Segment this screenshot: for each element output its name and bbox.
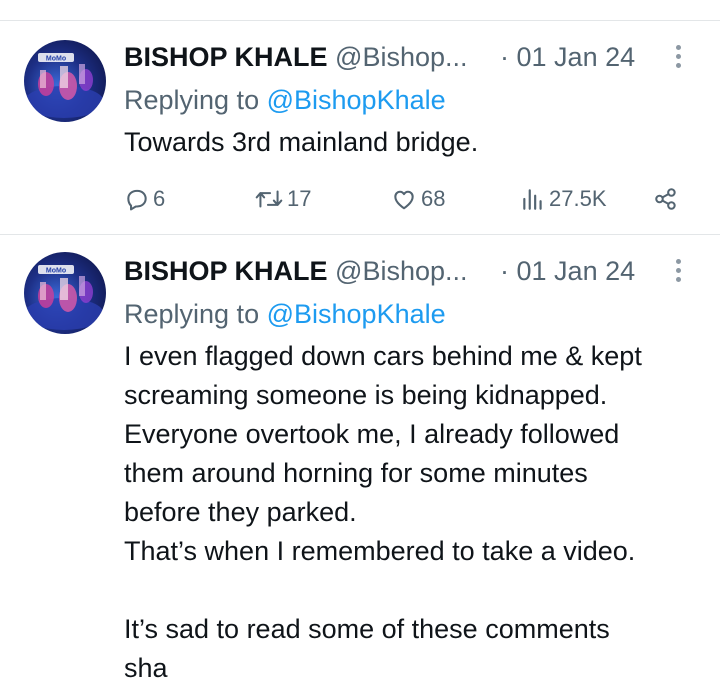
reply-icon bbox=[127, 189, 147, 211]
tweet-feed: MoMo BISHOP KHALE @Bishop... · 01 Jan 24… bbox=[0, 0, 720, 697]
share-icon bbox=[655, 188, 676, 210]
more-icon[interactable] bbox=[670, 45, 686, 71]
tweet-header: BISHOP KHALE @Bishop... · 01 Jan 24 bbox=[124, 37, 704, 77]
tweet-text: Towards 3rd mainland bridge. bbox=[124, 123, 704, 162]
tweet-date[interactable]: 01 Jan 24 bbox=[517, 42, 636, 72]
tweet-text: I even flagged down cars behind me & kep… bbox=[124, 337, 704, 688]
tweet-text-line: That’s when I remembered to take a video… bbox=[124, 536, 636, 566]
replying-to: Replying to @BishopKhale bbox=[124, 295, 446, 333]
more-icon[interactable] bbox=[670, 259, 686, 285]
svg-text:MoMo: MoMo bbox=[46, 268, 66, 275]
tweet-actions: 6 17 68 27.5K bbox=[124, 181, 684, 217]
tweet[interactable]: MoMo BISHOP KHALE @Bishop... · 01 Jan 24… bbox=[0, 235, 720, 697]
tweet-text-line: It’s sad to read some of these comments bbox=[124, 614, 610, 644]
retweet-count: 17 bbox=[287, 186, 312, 211]
heart-icon bbox=[394, 190, 414, 210]
user-handle[interactable]: @Bishop... bbox=[335, 256, 467, 286]
tweet[interactable]: MoMo BISHOP KHALE @Bishop... · 01 Jan 24… bbox=[0, 21, 720, 234]
display-name[interactable]: BISHOP KHALE bbox=[124, 256, 328, 286]
like-button[interactable]: 68 bbox=[390, 181, 445, 217]
views-icon bbox=[523, 189, 542, 210]
timestamp[interactable]: · 01 Jan 24 bbox=[500, 251, 635, 291]
display-name[interactable]: BISHOP KHALE bbox=[124, 42, 328, 72]
replying-to: Replying to @BishopKhale bbox=[124, 81, 446, 119]
tweet-text-line: Towards 3rd mainland bridge. bbox=[124, 127, 479, 157]
replying-to-label: Replying to bbox=[124, 299, 260, 329]
svg-text:MoMo: MoMo bbox=[46, 56, 66, 63]
separator-dot: · bbox=[500, 42, 509, 72]
reply-button[interactable]: 6 bbox=[124, 181, 165, 217]
tweet-text-line: I even flagged down cars behind me & kep… bbox=[124, 341, 642, 371]
user-handle[interactable]: @Bishop... bbox=[335, 42, 467, 72]
reply-count: 6 bbox=[153, 186, 166, 211]
retweet-icon bbox=[255, 190, 283, 208]
tweet-text-line: Everyone overtook me, I already followed bbox=[124, 419, 620, 449]
avatar[interactable]: MoMo bbox=[24, 40, 106, 122]
share-button[interactable] bbox=[652, 181, 680, 217]
tweet-date[interactable]: 01 Jan 24 bbox=[517, 256, 636, 286]
timestamp[interactable]: · 01 Jan 24 bbox=[500, 37, 635, 77]
avatar[interactable]: MoMo bbox=[24, 252, 106, 334]
tweet-text-line: them around horning for some minutes bbox=[124, 458, 588, 488]
tweet-text-line: screaming someone is being kidnapped. bbox=[124, 380, 608, 410]
replying-to-mention[interactable]: @BishopKhale bbox=[267, 299, 446, 329]
tweet-header: BISHOP KHALE @Bishop... · 01 Jan 24 bbox=[124, 251, 704, 291]
replying-to-label: Replying to bbox=[124, 85, 260, 115]
tweet-text-line bbox=[124, 571, 704, 610]
replying-to-mention[interactable]: @BishopKhale bbox=[267, 85, 446, 115]
retweet-button[interactable]: 17 bbox=[254, 181, 311, 217]
like-count: 68 bbox=[421, 186, 446, 211]
tweet-text-line: sha bbox=[124, 653, 168, 683]
tweet-text-line: before they parked. bbox=[124, 497, 357, 527]
view-count: 27.5K bbox=[549, 186, 607, 211]
separator-dot: · bbox=[500, 256, 509, 286]
views-button[interactable]: 27.5K bbox=[520, 181, 607, 217]
